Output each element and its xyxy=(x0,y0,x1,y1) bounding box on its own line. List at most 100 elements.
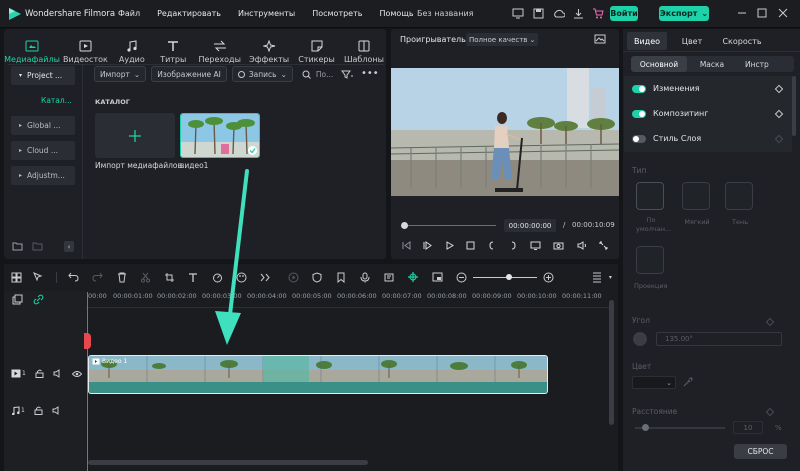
menu-help[interactable]: Помощь xyxy=(379,9,413,18)
quality-dropdown[interactable]: Полное качеств ⌄ xyxy=(466,33,539,46)
compositing-toggle[interactable] xyxy=(632,109,646,118)
subtab-tools[interactable]: Инстр xyxy=(737,60,793,69)
distance-slider-handle[interactable] xyxy=(642,424,649,431)
zoom-slider-handle[interactable] xyxy=(506,273,513,280)
cloud-icon[interactable] xyxy=(553,8,565,19)
track-layout-icon[interactable] xyxy=(588,268,606,286)
timeline-ruler[interactable]: 00:00 00:00:01:00 00:00:02:00 00:00:03:0… xyxy=(86,292,612,308)
new-folder-icon[interactable] xyxy=(12,242,23,251)
tab-stock-video[interactable]: Видеосток xyxy=(63,30,108,64)
volume-icon[interactable] xyxy=(577,241,587,250)
playhead-marker[interactable] xyxy=(84,333,91,349)
type-soft[interactable] xyxy=(682,182,710,210)
lock-icon[interactable] xyxy=(35,369,44,378)
tab-media[interactable]: Медиафайлы xyxy=(4,30,60,64)
media-clip-thumbnail[interactable] xyxy=(180,113,260,158)
folder-icon[interactable] xyxy=(32,242,43,251)
current-time[interactable]: 00:00:00:00 xyxy=(504,219,556,232)
undo-icon[interactable] xyxy=(65,268,83,286)
search-input[interactable]: По... xyxy=(316,70,333,79)
menu-edit[interactable]: Редактировать xyxy=(157,9,221,18)
more-options-icon[interactable]: ••• xyxy=(361,68,379,79)
login-button[interactable]: Войти xyxy=(610,6,638,21)
monitor-icon[interactable] xyxy=(512,8,524,19)
voiceover-icon[interactable] xyxy=(380,268,398,286)
marker-icon[interactable] xyxy=(332,268,350,286)
sidebar-item-cloud[interactable]: ▸ Cloud ... xyxy=(11,141,75,160)
progress-track[interactable] xyxy=(404,225,496,226)
add-track-icon[interactable] xyxy=(12,294,23,305)
play-range-icon[interactable] xyxy=(423,241,433,250)
grid-layout-icon[interactable] xyxy=(8,268,26,286)
tab-stickers[interactable]: Стикеры xyxy=(297,30,337,64)
timeline-vertical-scrollbar[interactable] xyxy=(609,300,614,425)
sidebar-item-project[interactable]: ▾ Project ... xyxy=(11,66,75,85)
record-dropdown[interactable]: Запись ⌄ xyxy=(231,66,293,82)
transform-toggle[interactable] xyxy=(632,84,646,93)
stop-icon[interactable] xyxy=(466,241,475,250)
zoom-out-icon[interactable] xyxy=(452,268,470,286)
eye-icon[interactable] xyxy=(71,370,82,378)
sidebar-item-adjustment[interactable]: ▸ Adjustm... xyxy=(11,166,75,185)
display-icon[interactable] xyxy=(530,241,541,250)
mark-in-icon[interactable] xyxy=(487,241,496,250)
subtab-basic[interactable]: Основной xyxy=(631,56,687,72)
keyframe-icon[interactable] xyxy=(774,134,784,143)
type-projection[interactable] xyxy=(636,246,664,274)
volume-icon[interactable] xyxy=(52,406,62,415)
tab-video[interactable]: Видео xyxy=(627,32,667,50)
camera-icon[interactable] xyxy=(553,241,564,250)
render-icon[interactable] xyxy=(284,268,302,286)
redo-icon[interactable] xyxy=(89,268,107,286)
type-shadow[interactable] xyxy=(725,182,753,210)
angle-input[interactable]: 135.00° xyxy=(656,332,782,346)
menu-tools[interactable]: Инструменты xyxy=(238,9,295,18)
save-icon[interactable] xyxy=(533,8,544,19)
tab-transitions[interactable]: Переходы xyxy=(198,30,242,64)
layer-style-toggle[interactable] xyxy=(632,134,646,143)
timeline-video-clip[interactable]: Видео 1 xyxy=(88,355,548,394)
select-tool-icon[interactable] xyxy=(30,268,48,286)
subtab-mask[interactable]: Маска xyxy=(687,60,737,69)
filter-icon[interactable] xyxy=(341,70,353,79)
minimize-icon[interactable] xyxy=(737,8,747,18)
crop-icon[interactable] xyxy=(161,268,179,286)
play-icon[interactable] xyxy=(445,241,454,250)
timeline-horizontal-scrollbar[interactable] xyxy=(88,460,368,465)
maximize-icon[interactable] xyxy=(757,8,767,18)
menu-file[interactable]: Файл xyxy=(118,9,140,18)
playhead[interactable] xyxy=(87,292,88,471)
distance-input[interactable]: 10 xyxy=(733,421,763,434)
import-media-tile[interactable] xyxy=(95,113,175,158)
tab-color[interactable]: Цвет xyxy=(667,37,717,46)
tab-audio[interactable]: Аудио xyxy=(115,30,149,64)
sidebar-item-catalog[interactable]: Катал... xyxy=(11,91,75,110)
collapse-sidebar-button[interactable]: ‹ xyxy=(64,241,74,252)
split-icon[interactable] xyxy=(137,268,155,286)
eyedropper-icon[interactable] xyxy=(683,377,693,387)
type-default[interactable] xyxy=(636,182,664,210)
volume-icon[interactable] xyxy=(53,369,63,378)
pip-icon[interactable] xyxy=(428,268,446,286)
zoom-in-icon[interactable] xyxy=(540,268,558,286)
chevron-down-icon[interactable]: ▾ xyxy=(609,274,612,281)
previous-frame-icon[interactable] xyxy=(402,241,411,250)
reset-button[interactable]: СБРОС xyxy=(734,444,787,459)
fullscreen-icon[interactable] xyxy=(599,241,608,250)
snapshot-view-icon[interactable] xyxy=(594,34,606,44)
export-button[interactable]: Экспорт ⌄ xyxy=(659,6,709,21)
inspector-scrollbar[interactable] xyxy=(792,76,796,136)
close-icon[interactable] xyxy=(778,8,788,18)
mark-out-icon[interactable] xyxy=(509,241,518,250)
menu-view[interactable]: Посмотреть xyxy=(312,9,362,18)
magnet-snap-icon[interactable] xyxy=(404,268,422,286)
download-icon[interactable] xyxy=(573,8,584,19)
import-dropdown[interactable]: Импорт ⌄ xyxy=(94,66,147,82)
progress-handle[interactable] xyxy=(401,222,408,229)
layer-style-row[interactable]: Стиль Слоя xyxy=(632,126,784,151)
text-tool-icon[interactable] xyxy=(185,268,203,286)
lock-icon[interactable] xyxy=(34,406,43,415)
zoom-slider[interactable] xyxy=(473,273,537,280)
tab-titles[interactable]: Титры xyxy=(156,30,190,64)
ai-image-button[interactable]: Изображение AI xyxy=(151,66,227,82)
